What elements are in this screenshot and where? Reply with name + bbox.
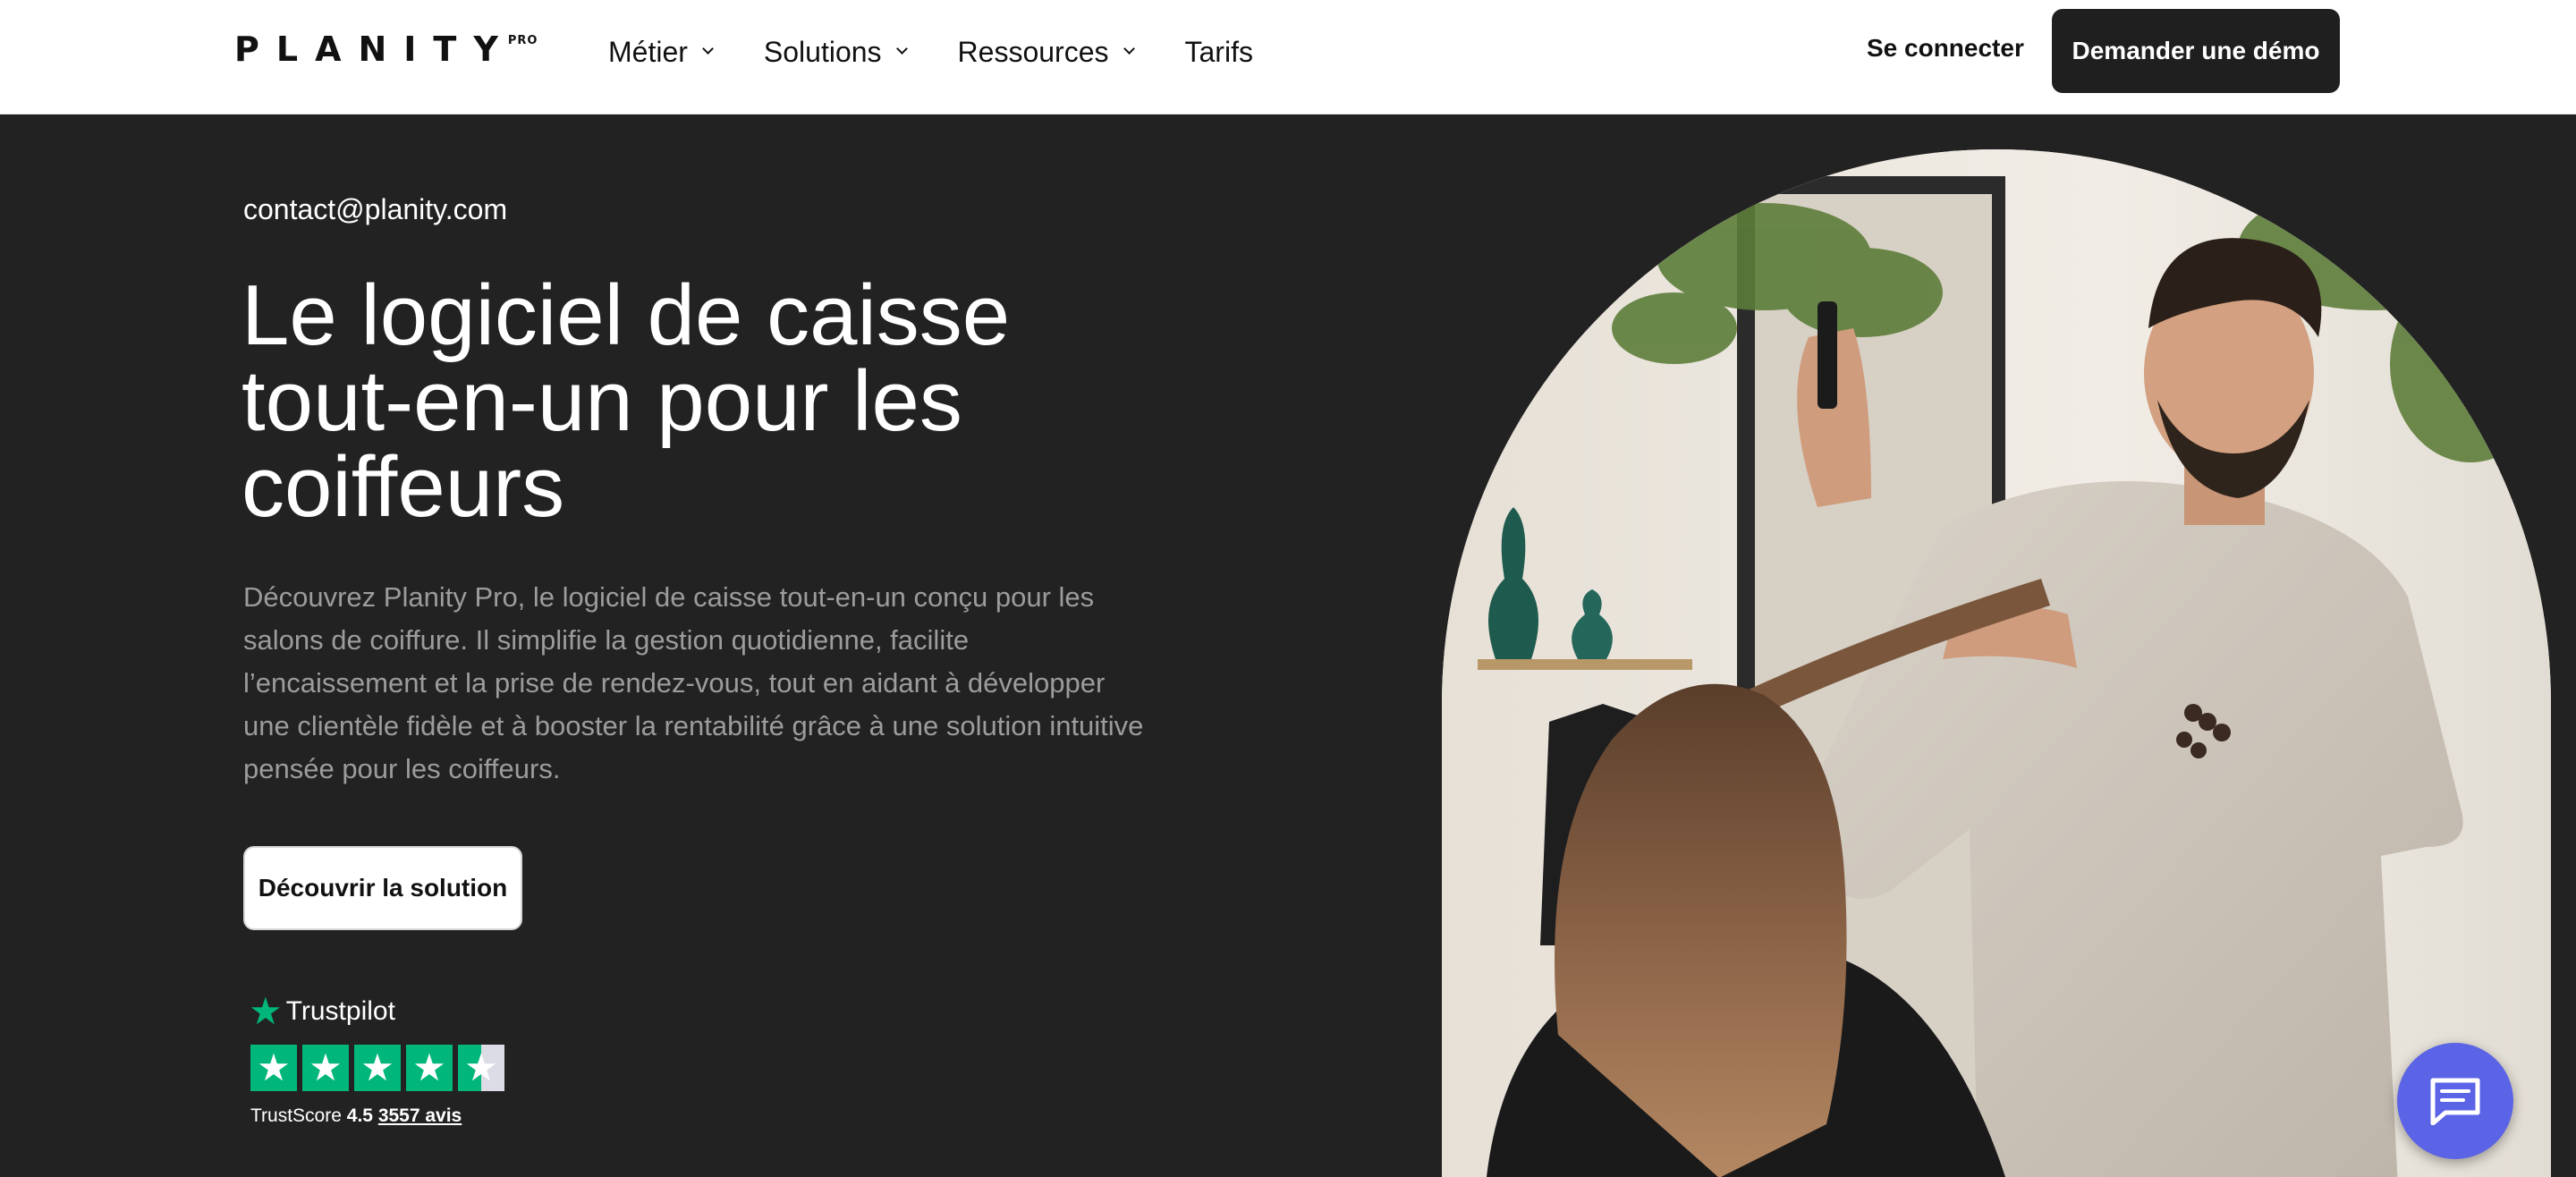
logo-wordmark: PLANITY bbox=[234, 30, 515, 69]
chat-button[interactable] bbox=[2397, 1043, 2513, 1159]
nav-ressources[interactable]: Ressources bbox=[957, 35, 1135, 69]
chevron-down-icon bbox=[1123, 42, 1135, 55]
nav-ressources-label: Ressources bbox=[957, 35, 1109, 68]
star-icon: ★ bbox=[354, 1045, 401, 1091]
trustscore-value: 4.5 bbox=[346, 1105, 373, 1126]
nav-tarifs[interactable]: Tarifs bbox=[1185, 36, 1253, 69]
star-icon: ★ bbox=[250, 1045, 297, 1091]
trustscore-label: TrustScore bbox=[250, 1105, 342, 1126]
main-nav: Métier Solutions Ressources Tarifs bbox=[608, 0, 1253, 104]
hero-description: Découvrez Planity Pro, le logiciel de ca… bbox=[243, 581, 1144, 784]
nav-metier-label: Métier bbox=[608, 35, 688, 68]
trustpilot-logo[interactable]: ★ Trustpilot bbox=[249, 993, 395, 1030]
logo-pro-badge: PRO bbox=[507, 34, 538, 47]
chat-bubble-icon bbox=[2430, 1078, 2480, 1125]
nav-solutions[interactable]: Solutions bbox=[763, 35, 908, 69]
chevron-down-icon bbox=[702, 42, 714, 55]
trustscore: TrustScore 4.5 3557 avis bbox=[250, 1105, 462, 1127]
hero-hairdresser-photo bbox=[1442, 149, 2551, 1177]
trustpilot-reviews-link[interactable]: 3557 avis bbox=[378, 1105, 462, 1126]
star-icon: ★ bbox=[406, 1045, 453, 1091]
planity-pro-logo[interactable]: PLANITY PRO bbox=[234, 29, 538, 70]
nav-solutions-label: Solutions bbox=[763, 35, 882, 68]
trustpilot-rating-stars: ★ ★ ★ ★ ★ bbox=[250, 1045, 504, 1091]
chevron-down-icon bbox=[895, 42, 908, 55]
site-header: PLANITY PRO Métier Solutions Ressources … bbox=[0, 0, 2576, 114]
request-demo-button[interactable]: Demander une démo bbox=[2052, 9, 2340, 93]
half-star-icon: ★ bbox=[458, 1045, 504, 1091]
star-icon: ★ bbox=[302, 1045, 349, 1091]
hero-title: Le logiciel de caisse tout-en-un pour le… bbox=[242, 267, 1011, 535]
star-icon: ★ bbox=[249, 990, 283, 1032]
contact-email-link[interactable]: contact@planity.com bbox=[243, 193, 507, 226]
login-link[interactable]: Se connecter bbox=[1867, 34, 2024, 63]
salon-scene-illustration bbox=[1442, 149, 2551, 1177]
discover-solution-button[interactable]: Découvrir la solution bbox=[243, 846, 522, 930]
trustpilot-brand: Trustpilot bbox=[285, 996, 395, 1026]
nav-metier[interactable]: Métier bbox=[608, 35, 714, 69]
nav-tarifs-label: Tarifs bbox=[1184, 35, 1253, 68]
